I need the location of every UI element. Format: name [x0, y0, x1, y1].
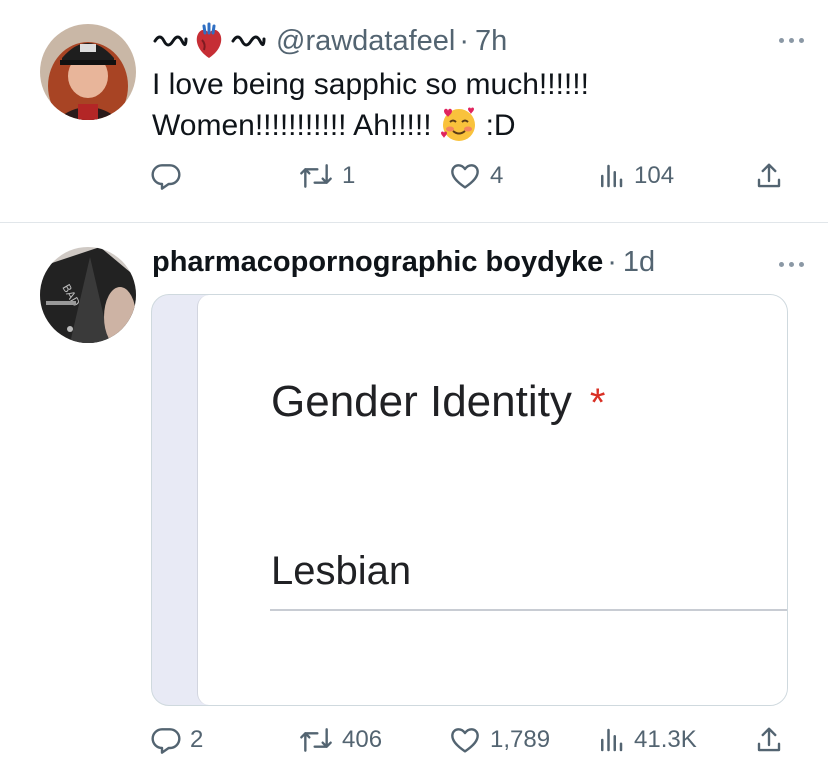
tweet-actions: 1 4 104	[150, 160, 790, 200]
views-icon	[601, 728, 623, 752]
separator-dot: ·	[607, 246, 617, 278]
like-count: 4	[490, 162, 504, 189]
share-icon	[757, 163, 781, 188]
timestamp[interactable]: 7h	[475, 25, 507, 58]
views-button[interactable]: 104	[596, 160, 674, 192]
share-button[interactable]	[754, 724, 784, 756]
form-question-label: Gender Identity	[271, 377, 572, 426]
share-button[interactable]	[754, 160, 784, 192]
anatomical-heart-icon	[196, 22, 222, 58]
tweet-header: @rawdatafeel · 7h	[152, 22, 507, 60]
views-button[interactable]: 41.3K	[596, 724, 697, 756]
form-underline	[270, 609, 787, 611]
reply-count: 2	[190, 726, 204, 753]
display-name[interactable]: pharmacopornographic boydyke	[152, 246, 603, 279]
like-button[interactable]: 4	[448, 160, 503, 192]
tweet-media-image[interactable]: Gender Identity * Lesbian	[151, 294, 788, 706]
tweet-text-line: I love being sapphic so much!!!!!!	[152, 68, 589, 101]
timestamp[interactable]: 1d	[623, 246, 655, 279]
views-count: 41.3K	[634, 726, 697, 753]
tweet-text-line: Women!!!!!!!!!!! Ah!!!!! :D	[152, 105, 589, 146]
repost-count: 1	[342, 162, 356, 189]
wavy-dash-icon	[153, 35, 188, 47]
like-count: 1,789	[490, 726, 551, 753]
reply-button[interactable]	[150, 160, 190, 192]
required-marker: *	[589, 381, 606, 425]
share-icon	[757, 727, 781, 752]
reply-icon	[151, 164, 181, 190]
form-answer: Lesbian	[271, 549, 412, 593]
views-icon	[601, 164, 623, 188]
user-handle[interactable]: @rawdatafeel	[276, 25, 455, 58]
heart-icon	[451, 164, 479, 189]
tweet-actions: 2 406 1,789 41.3K	[150, 724, 790, 764]
like-button[interactable]: 1,789	[448, 724, 550, 756]
repost-icon	[300, 728, 332, 752]
more-options-icon[interactable]	[779, 38, 804, 43]
heart-icon	[451, 728, 479, 753]
form-card: Gender Identity * Lesbian	[197, 295, 787, 705]
tweet[interactable]: BAD pharmacopornographic boydyke · 1d Ge…	[0, 224, 828, 782]
reply-button[interactable]: 2	[150, 724, 203, 756]
smiling-face-with-hearts-icon	[440, 105, 478, 143]
repost-icon	[300, 164, 332, 188]
reply-icon	[151, 728, 181, 754]
tweet[interactable]: @rawdatafeel · 7h I love being sapphic s…	[0, 0, 828, 223]
views-count: 104	[634, 162, 675, 189]
repost-button[interactable]: 1	[298, 160, 355, 192]
tweet-text: I love being sapphic so much!!!!!! Women…	[152, 64, 589, 146]
repost-count: 406	[342, 726, 383, 753]
separator-dot: ·	[459, 24, 470, 57]
avatar[interactable]: BAD	[40, 247, 136, 343]
more-options-icon[interactable]	[779, 262, 804, 267]
wavy-dash-icon	[231, 35, 266, 47]
form-question: Gender Identity *	[271, 377, 605, 427]
repost-button[interactable]: 406	[298, 724, 382, 756]
tweet-header: pharmacopornographic boydyke · 1d	[152, 246, 655, 279]
avatar[interactable]	[40, 24, 136, 120]
